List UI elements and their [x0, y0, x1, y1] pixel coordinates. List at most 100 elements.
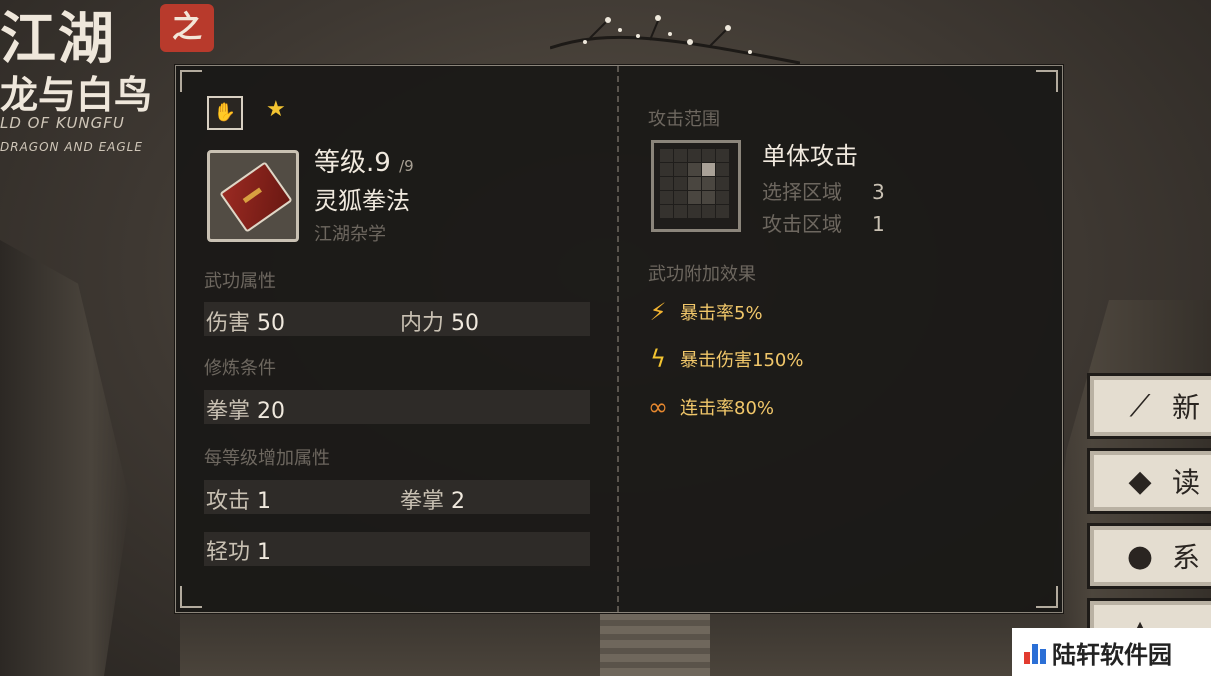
panel-corner — [180, 70, 202, 92]
watermark-text: 陆轩软件园 — [1052, 640, 1172, 669]
effect-combo-rate-text: 连击率80% — [680, 398, 775, 419]
background-stone-path — [600, 610, 710, 676]
requirement-fist: 拳掌 20 — [206, 393, 285, 425]
game-logo-subtitle: 龙与白鸟 — [0, 72, 153, 117]
effect-crit-rate: ⚡ 暴击率5% — [642, 296, 763, 328]
panel-corner — [1036, 586, 1058, 608]
star-icon: ★ — [266, 97, 286, 122]
plum-branch-decoration — [550, 15, 800, 65]
attribute-internal-power: 内力 50 — [400, 305, 479, 337]
range-grid-cell — [702, 177, 715, 190]
fist-type-icon: ✋ — [207, 96, 243, 130]
range-grid-cell — [716, 191, 729, 204]
range-grid-cell — [660, 163, 673, 176]
requirements-title: 修炼条件 — [204, 358, 276, 379]
combo-rate-icon: ∞ — [648, 393, 668, 421]
range-grid-cell — [688, 163, 701, 176]
range-grid-cell — [674, 163, 687, 176]
attribute-damage: 伤害 50 — [206, 305, 285, 337]
skill-level: 等级.9 /9 — [314, 142, 414, 179]
range-grid-cell — [688, 205, 701, 218]
menu-system-label: 系 — [1172, 541, 1201, 574]
range-grid-cell — [660, 205, 673, 218]
per-level-attack-key: 攻击 — [206, 489, 251, 514]
skill-category: 江湖杂学 — [314, 224, 386, 245]
select-area-label: 选择区域 — [762, 180, 842, 204]
brush-icon: ⟋ — [1129, 388, 1151, 424]
range-grid-cell — [688, 191, 701, 204]
effect-crit-damage: ϟ 暴击伤害150% — [642, 343, 803, 375]
range-grid-cell — [716, 149, 729, 162]
range-grid-cell — [716, 205, 729, 218]
range-grid-cell — [674, 177, 687, 190]
effect-crit-damage-text: 暴击伤害150% — [680, 350, 804, 371]
panel-corner — [180, 586, 202, 608]
menu-new-game-button[interactable]: ⟋ 新 — [1087, 373, 1211, 439]
panel-divider — [617, 66, 619, 612]
select-area-value: 3 — [872, 180, 885, 204]
skill-level-max: /9 — [399, 157, 414, 175]
per-level-lightness: 轻功 1 — [206, 534, 271, 566]
requirement-fist-key: 拳掌 — [206, 399, 251, 424]
requirement-fist-value: 20 — [257, 399, 286, 424]
skill-level-value: .9 — [366, 148, 391, 178]
range-grid-cell — [702, 191, 715, 204]
range-grid-cell — [702, 149, 715, 162]
attributes-title: 武功属性 — [204, 271, 276, 292]
game-logo-english-line2: DRAGON AND EAGLE — [0, 140, 143, 154]
crit-rate-icon: ⚡ — [649, 298, 667, 326]
skill-level-label: 等级 — [314, 148, 367, 178]
panel-corner — [1036, 70, 1058, 92]
per-level-fist: 拳掌 2 — [400, 483, 465, 515]
range-grid-cell — [660, 191, 673, 204]
attribute-damage-key: 伤害 — [206, 311, 251, 336]
attack-range-title: 攻击范围 — [648, 109, 720, 130]
watermark: 陆轩软件园 — [1012, 628, 1211, 676]
select-area: 选择区域 3 — [762, 176, 885, 205]
effect-combo-rate: ∞ 连击率80% — [642, 391, 774, 423]
range-grid-cell — [660, 177, 673, 190]
range-grid-cell — [716, 177, 729, 190]
skill-book-icon-frame — [207, 150, 299, 242]
per-level-lightness-key: 轻功 — [206, 540, 251, 565]
attack-area-label: 攻击区域 — [762, 212, 842, 236]
effects-title: 武功附加效果 — [648, 264, 756, 285]
per-level-attack-value: 1 — [257, 489, 272, 514]
attack-type: 单体攻击 — [762, 142, 858, 170]
game-logo-english-line1: LD OF KUNGFU — [0, 114, 125, 132]
range-grid-cell — [660, 149, 673, 162]
skill-name: 灵狐拳法 — [314, 187, 410, 215]
menu-load-button[interactable]: ◆ 读 — [1087, 448, 1211, 514]
skill-book-icon — [219, 161, 293, 233]
attack-area-value: 1 — [872, 212, 885, 236]
menu-system-button[interactable]: ● 系 — [1087, 523, 1211, 589]
attack-range-grid — [651, 140, 741, 232]
per-level-title: 每等级增加属性 — [204, 448, 330, 469]
background-mountain-left — [0, 240, 130, 676]
skill-detail-panel: ✋ ★ 等级.9 /9 灵狐拳法 江湖杂学 武功属性 伤害 50 内力 50 修… — [175, 65, 1063, 613]
attack-area: 攻击区域 1 — [762, 208, 885, 237]
pot-icon: ● — [1126, 538, 1154, 574]
attribute-internal-power-value: 50 — [451, 311, 480, 336]
effect-crit-rate-text: 暴击率5% — [680, 303, 763, 324]
per-level-fist-value: 2 — [451, 489, 466, 514]
menu-new-game-label: 新 — [1172, 391, 1201, 424]
range-grid-cell — [674, 205, 687, 218]
per-level-lightness-value: 1 — [257, 540, 272, 565]
per-level-attack: 攻击 1 — [206, 483, 271, 515]
range-grid-cell — [688, 177, 701, 190]
attribute-damage-value: 50 — [257, 311, 286, 336]
range-grid-cell — [702, 205, 715, 218]
range-grid-cell — [688, 149, 701, 162]
menu-load-label: 读 — [1172, 466, 1201, 499]
range-grid-cell — [716, 163, 729, 176]
range-grid-cell — [674, 149, 687, 162]
crit-damage-icon: ϟ — [650, 345, 666, 373]
watermark-logo-icon — [1024, 640, 1046, 664]
book-icon: ◆ — [1128, 463, 1152, 499]
attribute-internal-power-key: 内力 — [400, 311, 445, 336]
range-grid-cell — [702, 163, 715, 176]
per-level-fist-key: 拳掌 — [400, 489, 445, 514]
game-logo-seal: 之 — [160, 4, 214, 52]
range-grid-cell — [674, 191, 687, 204]
